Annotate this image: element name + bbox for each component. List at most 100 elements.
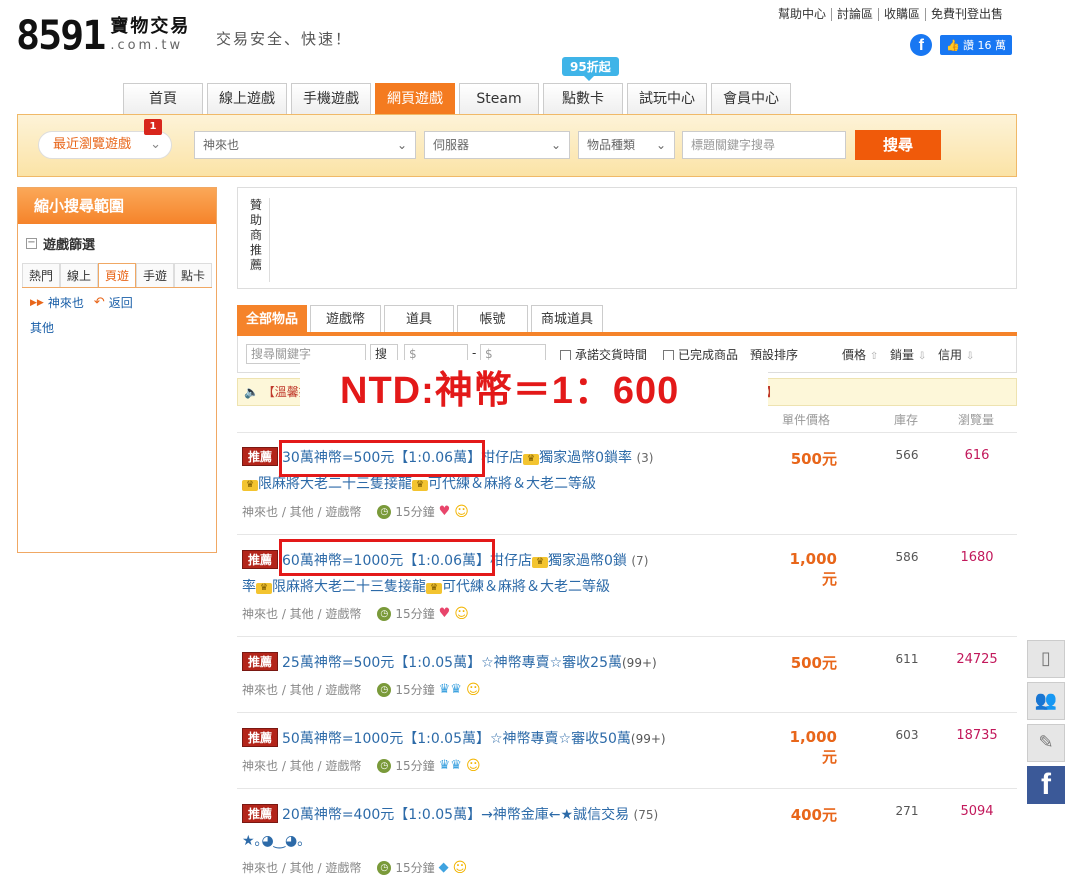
mobile-icon[interactable]: ▯ — [1027, 640, 1065, 678]
sidebar-tab-popular[interactable]: 熱門 — [22, 263, 60, 287]
game-select[interactable]: 神來也 ⌄ — [194, 131, 416, 159]
sidebar-tab-mobile[interactable]: 手遊 — [136, 263, 174, 287]
listing-subtitle[interactable]: 獨家過幣0鎖率 — [539, 450, 632, 466]
nav-tab-trial-center[interactable]: 試玩中心 — [627, 83, 707, 115]
listing-row[interactable]: 推薦 20萬神幣=400元【1:0.05萬】→神幣金庫←★誠信交易 (75) ★｡… — [237, 789, 1017, 885]
listing-count: (3) — [636, 451, 654, 465]
sort-credit[interactable]: 信用 ⇩ — [938, 346, 974, 363]
nav-tab-point-cards[interactable]: 點數卡 — [543, 83, 623, 115]
crown-icon: ♛ — [426, 583, 442, 594]
sort-sales[interactable]: 銷量 ⇩ — [890, 346, 926, 363]
listing-shop[interactable]: 柑仔店 — [481, 450, 523, 466]
speaker-icon: 🔈 — [244, 385, 259, 399]
thumbs-up-icon: 👍 — [946, 38, 960, 52]
stock-count: 566 — [895, 448, 919, 462]
nav-tab-steam[interactable]: Steam專區 — [459, 83, 539, 138]
facebook-icon[interactable]: f — [1027, 766, 1065, 804]
item-type-select[interactable]: 物品種類 ⌄ — [578, 131, 675, 159]
nav-tab-mobile-games[interactable]: 手機遊戲 — [291, 83, 371, 115]
server-select[interactable]: 伺服器 ⌄ — [424, 131, 570, 159]
search-button[interactable]: 搜尋 — [855, 130, 941, 160]
sidebar-header: 縮小搜尋範圍 — [18, 188, 216, 224]
listing-desc-head[interactable]: 率 — [242, 579, 256, 595]
game-filter-heading[interactable]: − 遊戲篩選 — [26, 234, 216, 253]
listing-desc[interactable]: ★｡◕‿◕｡ — [242, 833, 304, 849]
listing-title[interactable]: 20萬神幣=400元【1:0.05萬】→神幣金庫←★誠信交易 — [282, 807, 629, 823]
double-arrow-icon: ▶▶ — [30, 297, 44, 308]
listing-desc[interactable]: 限麻將大老二十三隻接龍 — [258, 476, 412, 492]
facebook-like-button[interactable]: 👍 讚 16 萬 — [940, 35, 1012, 55]
chevron-down-icon: ⌄ — [150, 137, 161, 152]
tab-all-items[interactable]: 全部物品 — [237, 305, 307, 333]
site-logo[interactable]: 8591 寶物交易 .com.tw — [16, 16, 190, 56]
clock-icon: ◷ — [377, 860, 392, 875]
tab-accounts[interactable]: 帳號 — [457, 305, 528, 333]
facebook-icon[interactable]: f — [910, 34, 933, 56]
tab-mall-items[interactable]: 商城道具 — [531, 305, 603, 333]
listing-desc-tail[interactable]: 可代練＆麻將＆大老二等級 — [442, 579, 610, 595]
nav-tab-member-center[interactable]: 會員中心 — [711, 83, 791, 115]
recent-games-label: 最近瀏覽遊戲 — [53, 137, 132, 152]
sort-price[interactable]: 價格 ⇧ — [842, 346, 878, 363]
crown-blue-icon: ♛♛ — [438, 682, 462, 697]
forum-link[interactable]: 討論區 — [830, 8, 878, 21]
main-nav: 首頁 線上遊戲 手機遊戲 網頁遊戲 Steam專區 點數卡 試玩中心 會員中心 — [123, 83, 791, 138]
chevron-down-icon: ⌄ — [396, 138, 407, 152]
top-links: 幫助中心 討論區 收購區 免費刊登出售 — [773, 8, 1008, 21]
unit-price: 500元 — [790, 450, 837, 468]
free-listing-link[interactable]: 免費刊登出售 — [924, 8, 1008, 21]
customer-service-icon[interactable]: 👥 — [1027, 682, 1065, 720]
smile-icon: ☺ — [454, 605, 469, 622]
col-stock: 庫存 — [894, 413, 919, 427]
purchase-area-link[interactable]: 收購區 — [877, 8, 925, 21]
listing-category: 神來也 / 其他 / 遊戲幣 — [242, 505, 362, 519]
current-game-link[interactable]: 神來也 — [48, 294, 84, 311]
tab-game-currency[interactable]: 遊戲幣 — [310, 305, 381, 333]
delivery-time: 15分鐘 — [395, 683, 435, 697]
back-arrow-icon[interactable]: ↶ — [94, 295, 105, 310]
recommend-tag: 推薦 — [242, 550, 279, 569]
listing-desc-tail[interactable]: 可代練＆麻將＆大老二等級 — [428, 476, 596, 492]
item-type-select-value: 物品種類 — [587, 138, 636, 152]
sidebar-current-game: ▶▶ 神來也 ↶ 返回 — [30, 294, 216, 311]
nav-tab-web-games[interactable]: 網頁遊戲 — [375, 83, 455, 115]
listing-title[interactable]: 25萬神幣=500元【1:0.05萬】☆神幣專賣☆審收25萬 — [282, 655, 622, 671]
listing-row[interactable]: 推薦 50萬神幣=1000元【1:0.05萬】☆神幣專賣☆審收50萬(99+) 神… — [237, 713, 1017, 789]
sponsor-label: 贊助商推薦 — [250, 198, 270, 282]
recent-games-dropdown[interactable]: 最近瀏覽遊戲 ⌄ — [38, 131, 172, 159]
delivery-time: 15分鐘 — [395, 861, 435, 875]
sidebar-other-link[interactable]: 其他 — [30, 319, 216, 336]
slogan: 交易安全、快速！ — [216, 30, 353, 48]
sidebar-tab-web[interactable]: 頁遊 — [98, 263, 136, 287]
listing-count: (99+) — [622, 656, 657, 670]
listing-title[interactable]: 50萬神幣=1000元【1:0.05萬】☆神幣專賣☆審收50萬 — [282, 731, 631, 747]
help-center-link[interactable]: 幫助中心 — [773, 8, 831, 21]
unit-price: 1,000元 — [789, 728, 837, 766]
smile-icon: ☺ — [465, 681, 481, 698]
listing-category: 神來也 / 其他 / 遊戲幣 — [242, 607, 362, 621]
crown-icon: ♛ — [523, 454, 540, 465]
keyword-search-input[interactable]: 標題關鍵字搜尋 — [682, 131, 846, 159]
tab-items[interactable]: 道具 — [384, 305, 454, 333]
nav-tab-online-games[interactable]: 線上遊戲 — [207, 83, 287, 115]
listing-count: (75) — [633, 808, 659, 822]
sort-credit-label: 信用 — [938, 348, 963, 362]
edit-pen-icon[interactable]: ✎ — [1027, 724, 1065, 762]
listing-desc[interactable]: 限麻將大老二十三隻接龍 — [272, 579, 426, 595]
unit-price: 400元 — [790, 806, 837, 824]
collapse-icon[interactable]: − — [26, 238, 37, 249]
sidebar-tab-cards[interactable]: 點卡 — [174, 263, 212, 287]
listing-count: (7) — [631, 554, 649, 568]
listing-subtitle[interactable]: 獨家過幣0鎖 — [548, 553, 627, 569]
clock-icon: ◷ — [377, 504, 392, 519]
listing-row[interactable]: 推薦 25萬神幣=500元【1:0.05萬】☆神幣專賣☆審收25萬(99+) 神來… — [237, 637, 1017, 713]
unit-price: 500元 — [790, 654, 837, 672]
highlight-box — [279, 539, 495, 576]
listing-shop[interactable]: 柑仔店 — [490, 553, 532, 569]
nav-tab-home[interactable]: 首頁 — [123, 83, 203, 115]
sidebar-tab-online[interactable]: 線上 — [60, 263, 98, 287]
crown-icon: ♛ — [242, 480, 258, 491]
back-link[interactable]: 返回 — [109, 294, 133, 311]
exchange-rate-overlay: NTD:神幣＝1：600 — [300, 360, 768, 422]
smile-icon: ☺ — [465, 757, 481, 774]
